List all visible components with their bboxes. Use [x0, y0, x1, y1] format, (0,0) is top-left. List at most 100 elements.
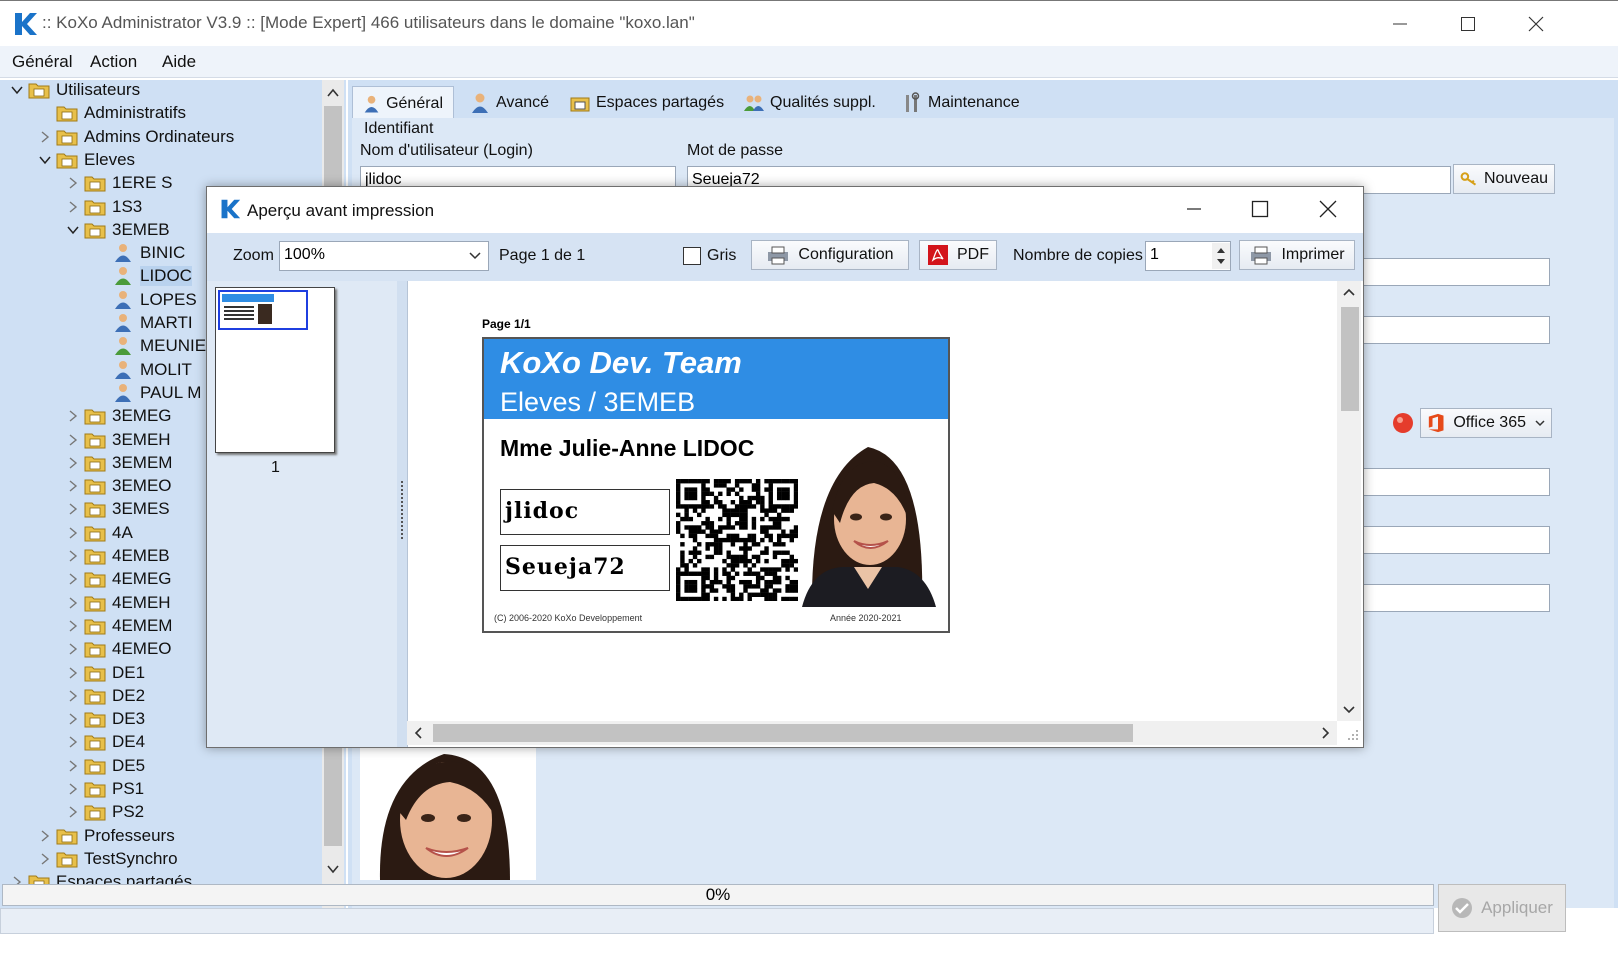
scroll-right-icon[interactable] — [1313, 721, 1337, 745]
tree-item[interactable]: 3EMEM — [66, 451, 172, 475]
chevron-right-icon[interactable] — [38, 852, 52, 866]
page-thumbnail[interactable] — [215, 287, 335, 453]
tree-item[interactable]: 4EMEB — [66, 544, 170, 568]
scroll-left-icon[interactable] — [407, 721, 431, 745]
chevron-right-icon[interactable] — [66, 735, 80, 749]
maximize-button[interactable] — [1434, 1, 1502, 47]
tree-item[interactable]: DE1 — [66, 661, 145, 685]
tab-maintenance[interactable]: Maintenance — [892, 86, 1030, 120]
chevron-right-icon[interactable] — [66, 409, 80, 423]
chevron-down-icon[interactable] — [66, 223, 80, 237]
chevron-right-icon[interactable] — [66, 456, 80, 470]
tree-item[interactable]: TestSynchro — [38, 847, 178, 871]
text-field-5[interactable] — [1362, 584, 1550, 612]
preview-hscroll-thumb[interactable] — [433, 724, 1133, 742]
tree-item[interactable]: PAUL M — [94, 381, 201, 405]
text-field-2[interactable] — [1362, 316, 1550, 344]
tree-item[interactable]: 4A — [66, 521, 133, 545]
chevron-down-icon[interactable] — [38, 153, 52, 167]
tree-item[interactable]: 1ERE S — [66, 171, 172, 195]
tab-shared-spaces[interactable]: Espaces partagés — [560, 86, 734, 120]
chevron-right-icon[interactable] — [66, 502, 80, 516]
chevron-down-icon[interactable] — [10, 83, 24, 97]
chevron-right-icon[interactable] — [66, 619, 80, 633]
menu-general[interactable]: Général — [12, 52, 72, 72]
chevron-right-icon[interactable] — [66, 572, 80, 586]
resize-grip-icon[interactable] — [1343, 725, 1363, 745]
tree-item[interactable]: 3EMEB — [66, 218, 170, 242]
office365-dropdown[interactable]: Office 365 — [1420, 408, 1552, 438]
tab-qualities[interactable]: Qualités suppl. — [734, 86, 886, 120]
minimize-button[interactable] — [1366, 1, 1434, 47]
chevron-right-icon[interactable] — [66, 759, 80, 773]
preview-vertical-scrollbar[interactable] — [1337, 281, 1361, 721]
tree-item[interactable]: Professeurs — [38, 824, 175, 848]
tree-item[interactable]: 4EMEH — [66, 591, 171, 615]
chevron-right-icon[interactable] — [66, 200, 80, 214]
tree-item[interactable]: PS2 — [66, 800, 144, 824]
tree-item[interactable]: LOPES — [94, 288, 197, 312]
new-password-button[interactable]: Nouveau — [1453, 164, 1555, 194]
dialog-close-button[interactable] — [1295, 187, 1361, 231]
chevron-right-icon[interactable] — [66, 782, 80, 796]
tree-item[interactable]: DE3 — [66, 707, 145, 731]
tree-item[interactable]: Admins Ordinateurs — [38, 125, 234, 149]
dialog-minimize-button[interactable] — [1161, 187, 1227, 231]
chevron-right-icon[interactable] — [66, 549, 80, 563]
tree-item[interactable]: Eleves — [38, 148, 135, 172]
apply-button[interactable]: Appliquer — [1438, 884, 1566, 932]
tree-item[interactable]: DE2 — [66, 684, 145, 708]
preview-horizontal-scrollbar[interactable] — [407, 721, 1337, 745]
tree-item[interactable]: MARTI — [94, 311, 193, 335]
tree-item[interactable]: 4EMEO — [66, 637, 172, 661]
tree-item[interactable]: PS1 — [66, 777, 144, 801]
chevron-right-icon[interactable] — [66, 479, 80, 493]
scroll-up-icon[interactable] — [1337, 281, 1361, 305]
chevron-right-icon[interactable] — [66, 526, 80, 540]
tree-item[interactable]: DE4 — [66, 730, 145, 754]
tree-item[interactable]: LIDOC — [94, 264, 192, 288]
dialog-maximize-button[interactable] — [1227, 187, 1293, 231]
chevron-right-icon[interactable] — [66, 176, 80, 190]
close-button[interactable] — [1502, 1, 1570, 47]
tree-item[interactable]: MEUNIE — [94, 334, 206, 358]
text-field-4[interactable] — [1362, 526, 1550, 554]
chevron-right-icon[interactable] — [66, 689, 80, 703]
tab-advanced[interactable]: Avancé — [460, 86, 559, 120]
tree-item[interactable]: Administratifs — [38, 101, 186, 125]
chevron-right-icon[interactable] — [66, 805, 80, 819]
print-button[interactable]: Imprimer — [1239, 240, 1355, 270]
chevron-right-icon[interactable] — [66, 712, 80, 726]
chevron-right-icon[interactable] — [66, 433, 80, 447]
chevron-right-icon[interactable] — [66, 642, 80, 656]
scroll-down-icon[interactable] — [1337, 697, 1361, 721]
tree-item[interactable]: 4EMEM — [66, 614, 172, 638]
panel-splitter[interactable] — [397, 281, 407, 747]
preview-vscroll-thumb[interactable] — [1341, 307, 1359, 411]
copies-stepper[interactable]: 1 — [1145, 241, 1231, 271]
chevron-right-icon[interactable] — [38, 130, 52, 144]
pdf-button[interactable]: PDF — [919, 240, 997, 270]
tree-item[interactable]: 1S3 — [66, 195, 142, 219]
gray-checkbox[interactable] — [683, 247, 701, 265]
tab-general[interactable]: Général — [352, 86, 454, 120]
chevron-right-icon[interactable] — [38, 829, 52, 843]
menu-action[interactable]: Action — [90, 52, 137, 72]
tree-item[interactable]: 4EMEG — [66, 567, 172, 591]
tree-item[interactable]: MOLIT — [94, 358, 192, 382]
scroll-up-icon[interactable] — [322, 82, 344, 104]
spin-arrows-icon[interactable] — [1212, 243, 1230, 269]
tree-item[interactable]: 3EMEO — [66, 474, 172, 498]
text-field-1[interactable] — [1362, 258, 1550, 286]
tree-item[interactable]: Utilisateurs — [10, 78, 140, 102]
text-field-3[interactable] — [1362, 468, 1550, 496]
tree-item[interactable]: DE5 — [66, 754, 145, 778]
chevron-right-icon[interactable] — [66, 596, 80, 610]
chevron-right-icon[interactable] — [66, 666, 80, 680]
menu-aide[interactable]: Aide — [162, 52, 196, 72]
tree-item[interactable]: 3EMES — [66, 497, 170, 521]
tree-item[interactable]: 3EMEH — [66, 428, 171, 452]
tree-item[interactable]: 3EMEG — [66, 404, 172, 428]
tree-item[interactable]: BINIC — [94, 241, 185, 265]
zoom-select[interactable]: 100% — [279, 241, 489, 271]
